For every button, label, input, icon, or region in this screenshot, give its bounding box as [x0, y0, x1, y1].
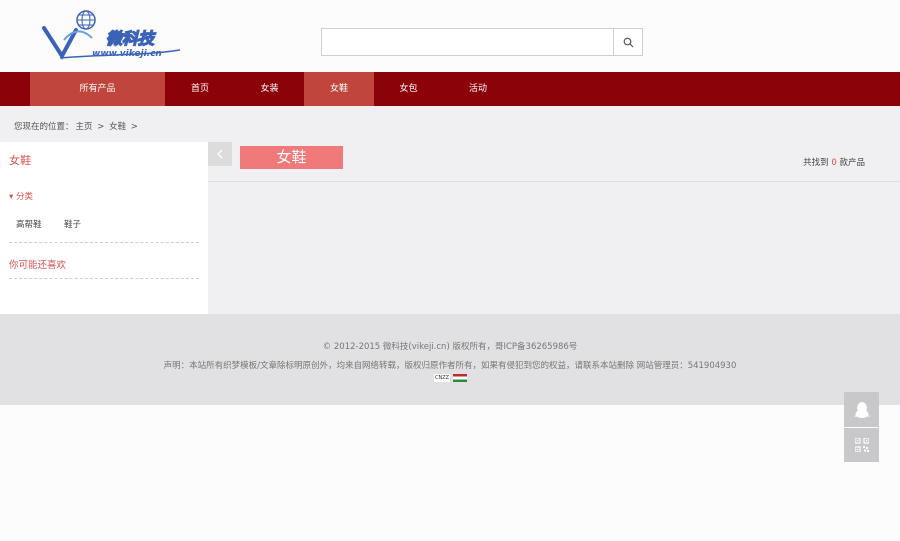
breadcrumb-prefix: 您现在的位置：: [14, 122, 74, 132]
sidebar-you-may-like-title: 你可能还喜欢: [9, 260, 67, 271]
svg-text:微科技: 微科技: [106, 29, 156, 48]
site-badge-icon[interactable]: [453, 374, 467, 382]
header: 微科技 www.vikeji.cn: [0, 0, 900, 72]
nav-item-events[interactable]: 活动: [443, 72, 513, 106]
sidebar-divider: [9, 242, 199, 243]
sidebar-divider: [9, 278, 199, 279]
sidebar-link-shoes[interactable]: 鞋子: [64, 218, 81, 230]
main-nav: 所有产品 首页 女装 女鞋 女包 活动: [0, 72, 900, 106]
site-logo[interactable]: 微科技 www.vikeji.cn: [42, 10, 184, 62]
back-button[interactable]: [208, 142, 232, 166]
svg-text:www.vikeji.cn: www.vikeji.cn: [92, 49, 162, 59]
sidebar-category-label[interactable]: ▾ 分类: [9, 190, 33, 202]
qq-penguin-icon: [853, 401, 870, 418]
breadcrumb: 您现在的位置： 主页 > 女鞋 >: [14, 120, 140, 132]
cnzz-badge[interactable]: CNZZ: [434, 374, 450, 382]
float-qr-button[interactable]: [844, 428, 879, 462]
float-qq-button[interactable]: [844, 392, 879, 427]
listing-header: 女鞋 共找到 0 款产品: [208, 142, 900, 182]
footer-notice: 声明：本站所有织梦模板/文章除标明原创外，均来自网络转载，版权归原作者所有，如果…: [163, 361, 737, 371]
footer-copyright: © 2012-2015 微科技(vikeji.cn) 版权所有，哥ICP备362…: [322, 342, 578, 352]
sidebar-link-high-top-shoes[interactable]: 高帮鞋: [16, 218, 42, 230]
nav-item-womens-clothing[interactable]: 女装: [235, 72, 304, 106]
sidebar: 女鞋 ▾ 分类 高帮鞋 鞋子 你可能还喜欢: [0, 142, 208, 314]
search-input[interactable]: [322, 29, 614, 55]
breadcrumb-separator: >: [130, 122, 138, 132]
category-badge: 女鞋: [240, 146, 343, 169]
sidebar-title: 女鞋: [9, 154, 31, 167]
search-button[interactable]: [613, 29, 642, 55]
vikeji-logo-icon: 微科技 www.vikeji.cn: [42, 10, 181, 60]
breadcrumb-home[interactable]: 主页: [76, 122, 93, 132]
search-box: [321, 28, 643, 56]
search-icon: [623, 37, 633, 47]
chevron-left-icon: [217, 149, 223, 159]
nav-item-home[interactable]: 首页: [165, 72, 235, 106]
result-count: 共找到 0 款产品: [803, 156, 865, 168]
breadcrumb-separator: >: [97, 122, 105, 132]
nav-item-womens-bags[interactable]: 女包: [374, 72, 443, 106]
result-count-prefix: 共找到: [803, 158, 829, 168]
result-count-suffix: 款产品: [839, 158, 865, 168]
breadcrumb-current[interactable]: 女鞋: [109, 122, 126, 132]
footer-badges: CNZZ: [434, 374, 467, 382]
nav-item-womens-shoes[interactable]: 女鞋: [304, 72, 374, 106]
footer: © 2012-2015 微科技(vikeji.cn) 版权所有，哥ICP备362…: [0, 314, 900, 405]
qr-code-icon: [854, 438, 869, 452]
result-count-value: 0: [831, 158, 837, 168]
nav-item-all-products[interactable]: 所有产品: [30, 72, 165, 106]
